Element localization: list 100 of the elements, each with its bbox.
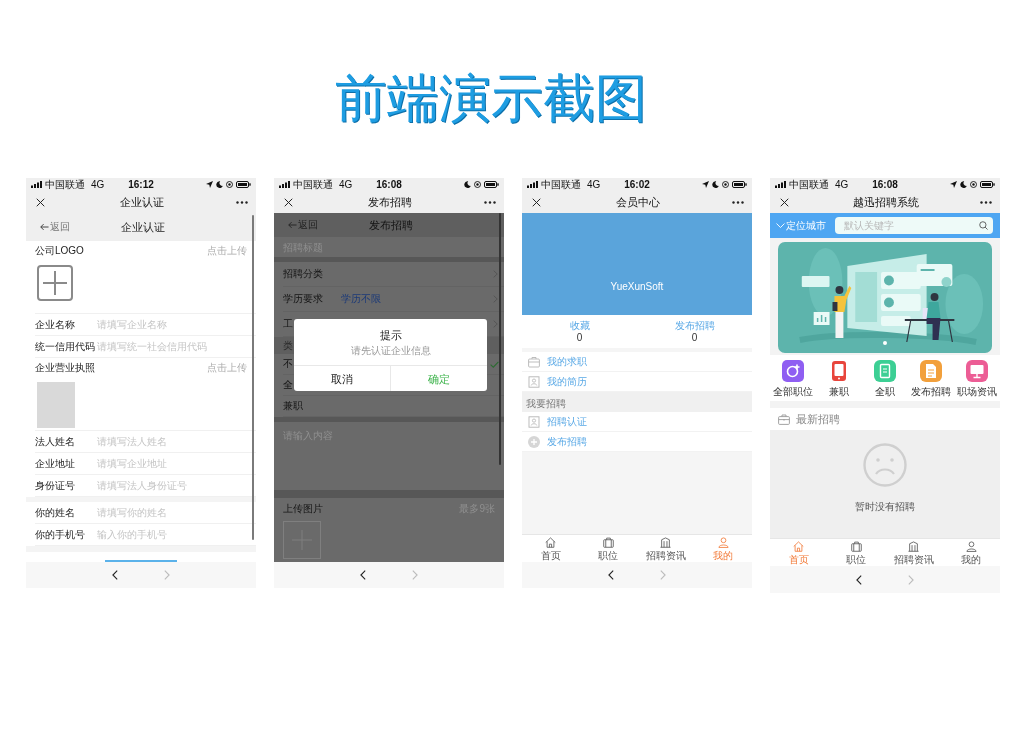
select-label[interactable]: 工 [283, 318, 293, 330]
section-label: 我要招聘 [526, 397, 566, 410]
tab-item[interactable]: 首页 [770, 539, 828, 566]
category-item[interactable]: 全职 [862, 355, 908, 401]
battery-icon [484, 181, 499, 188]
network-type: 4G [835, 178, 849, 191]
tab-item[interactable]: 招聘资讯 [885, 539, 943, 566]
menu-item[interactable]: 招聘认证 [522, 412, 752, 432]
tab-item[interactable]: 职位 [579, 535, 637, 562]
option-label[interactable]: 全 [283, 379, 293, 391]
battery-icon [732, 181, 747, 188]
briefcase-icon [850, 540, 862, 552]
carrier-name: 中国联通 [45, 178, 85, 191]
dialog-message: 请先认证企业信息 [350, 345, 431, 357]
person-icon [717, 536, 729, 548]
home-icon [545, 536, 557, 548]
upload-link[interactable]: 点击上传 [207, 362, 247, 374]
page-title: 前端演示截图 [335, 70, 647, 126]
field-label: 企业营业执照 [35, 362, 95, 374]
moon-icon [216, 181, 223, 188]
select-value[interactable]: 学历不限 [341, 293, 381, 305]
close-icon[interactable] [532, 197, 541, 207]
scrollbar[interactable] [499, 213, 501, 465]
tab-item[interactable]: 我的 [694, 535, 752, 562]
close-icon[interactable] [284, 197, 293, 207]
building-icon [908, 540, 920, 552]
battery-icon [236, 181, 251, 188]
home-icon [793, 540, 805, 552]
more-icon[interactable] [980, 200, 992, 204]
id-card-icon [528, 415, 540, 428]
tab-item[interactable]: 首页 [522, 535, 580, 562]
field-label: 你的姓名 [35, 506, 76, 519]
category-item[interactable]: 全部职位 [770, 355, 816, 401]
back-button[interactable]: 返回 [40, 221, 70, 233]
close-icon[interactable] [36, 197, 45, 207]
sad-face-icon [863, 443, 907, 487]
chevron-right-icon [493, 295, 498, 303]
tab-item[interactable]: 职位 [827, 539, 885, 566]
plus-circle-icon [528, 435, 540, 448]
field-label: 企业地址 [35, 457, 76, 470]
category-item[interactable]: 发布招聘 [908, 355, 954, 401]
search-icon[interactable] [979, 221, 988, 230]
more-icon[interactable] [484, 200, 496, 204]
carousel-dot-icon[interactable] [883, 341, 887, 345]
city-picker[interactable]: 定位城市 [776, 219, 826, 232]
lock-rotation-icon [970, 181, 977, 188]
person-icon [965, 540, 977, 552]
chevron-right-icon [493, 270, 498, 278]
tab-item[interactable]: 招聘资讯 [637, 535, 695, 562]
menu-item[interactable]: 我的求职 [522, 352, 752, 372]
field-label: 你的手机号 [35, 528, 86, 541]
stat-value: 0 [576, 332, 583, 344]
search-field[interactable]: 默认关键字 [835, 217, 993, 234]
carrier-name: 中国联通 [541, 178, 581, 191]
menu-item[interactable]: 发布招聘 [522, 432, 752, 452]
lock-rotation-icon [474, 181, 481, 188]
page-heading: 发布招聘 [369, 218, 413, 232]
scrollbar[interactable] [252, 215, 254, 540]
select-label[interactable]: 学历要求 [283, 293, 323, 305]
back-chevron-icon[interactable] [856, 574, 862, 585]
plus-square-icon[interactable] [37, 265, 73, 301]
option-label[interactable]: 兼职 [283, 400, 303, 412]
chevron-right-icon [493, 320, 498, 328]
nav-title: 越迅招聘系统 [853, 195, 919, 209]
moon-icon [960, 181, 967, 188]
network-type: 4G [91, 178, 105, 191]
option-label[interactable]: 不 [283, 358, 293, 370]
network-type: 4G [339, 178, 353, 191]
field-label: 身份证号 [35, 479, 76, 492]
stat-label[interactable]: 收藏 [569, 320, 590, 332]
back-chevron-icon[interactable] [360, 570, 366, 580]
more-icon[interactable] [732, 200, 744, 204]
clock-time: 16:08 [376, 178, 402, 191]
field-label: 企业名称 [35, 318, 76, 331]
cancel-button[interactable]: 取消 [294, 366, 390, 391]
stat-label[interactable]: 发布招聘 [674, 320, 715, 332]
upload-link[interactable]: 点击上传 [207, 245, 247, 257]
nav-title: 发布招聘 [368, 195, 412, 209]
carrier-name: 中国联通 [293, 178, 333, 191]
tab-item[interactable]: 我的 [942, 539, 1000, 566]
category-item[interactable]: 职场资讯 [954, 355, 1000, 401]
nav-title: 会员中心 [616, 195, 660, 209]
stat-value: 0 [691, 332, 698, 344]
search-input[interactable]: 默认关键字 [844, 219, 979, 232]
back-chevron-icon[interactable] [608, 570, 614, 580]
briefcase-icon [778, 413, 790, 425]
empty-message: 暂时没有招聘 [855, 501, 915, 513]
clock-time: 16:08 [872, 178, 898, 191]
select-label[interactable]: 招聘分类 [283, 268, 323, 280]
signal-icon [31, 181, 42, 188]
back-chevron-icon[interactable] [112, 570, 118, 580]
network-type: 4G [587, 178, 601, 191]
building-icon [660, 536, 672, 548]
lock-rotation-icon [722, 181, 729, 188]
category-item[interactable]: 兼职 [816, 355, 862, 401]
id-card-icon [528, 375, 540, 388]
confirm-button[interactable]: 确定 [390, 366, 487, 391]
close-icon[interactable] [780, 197, 789, 207]
field-label: 法人姓名 [35, 435, 76, 448]
more-icon[interactable] [236, 200, 248, 204]
